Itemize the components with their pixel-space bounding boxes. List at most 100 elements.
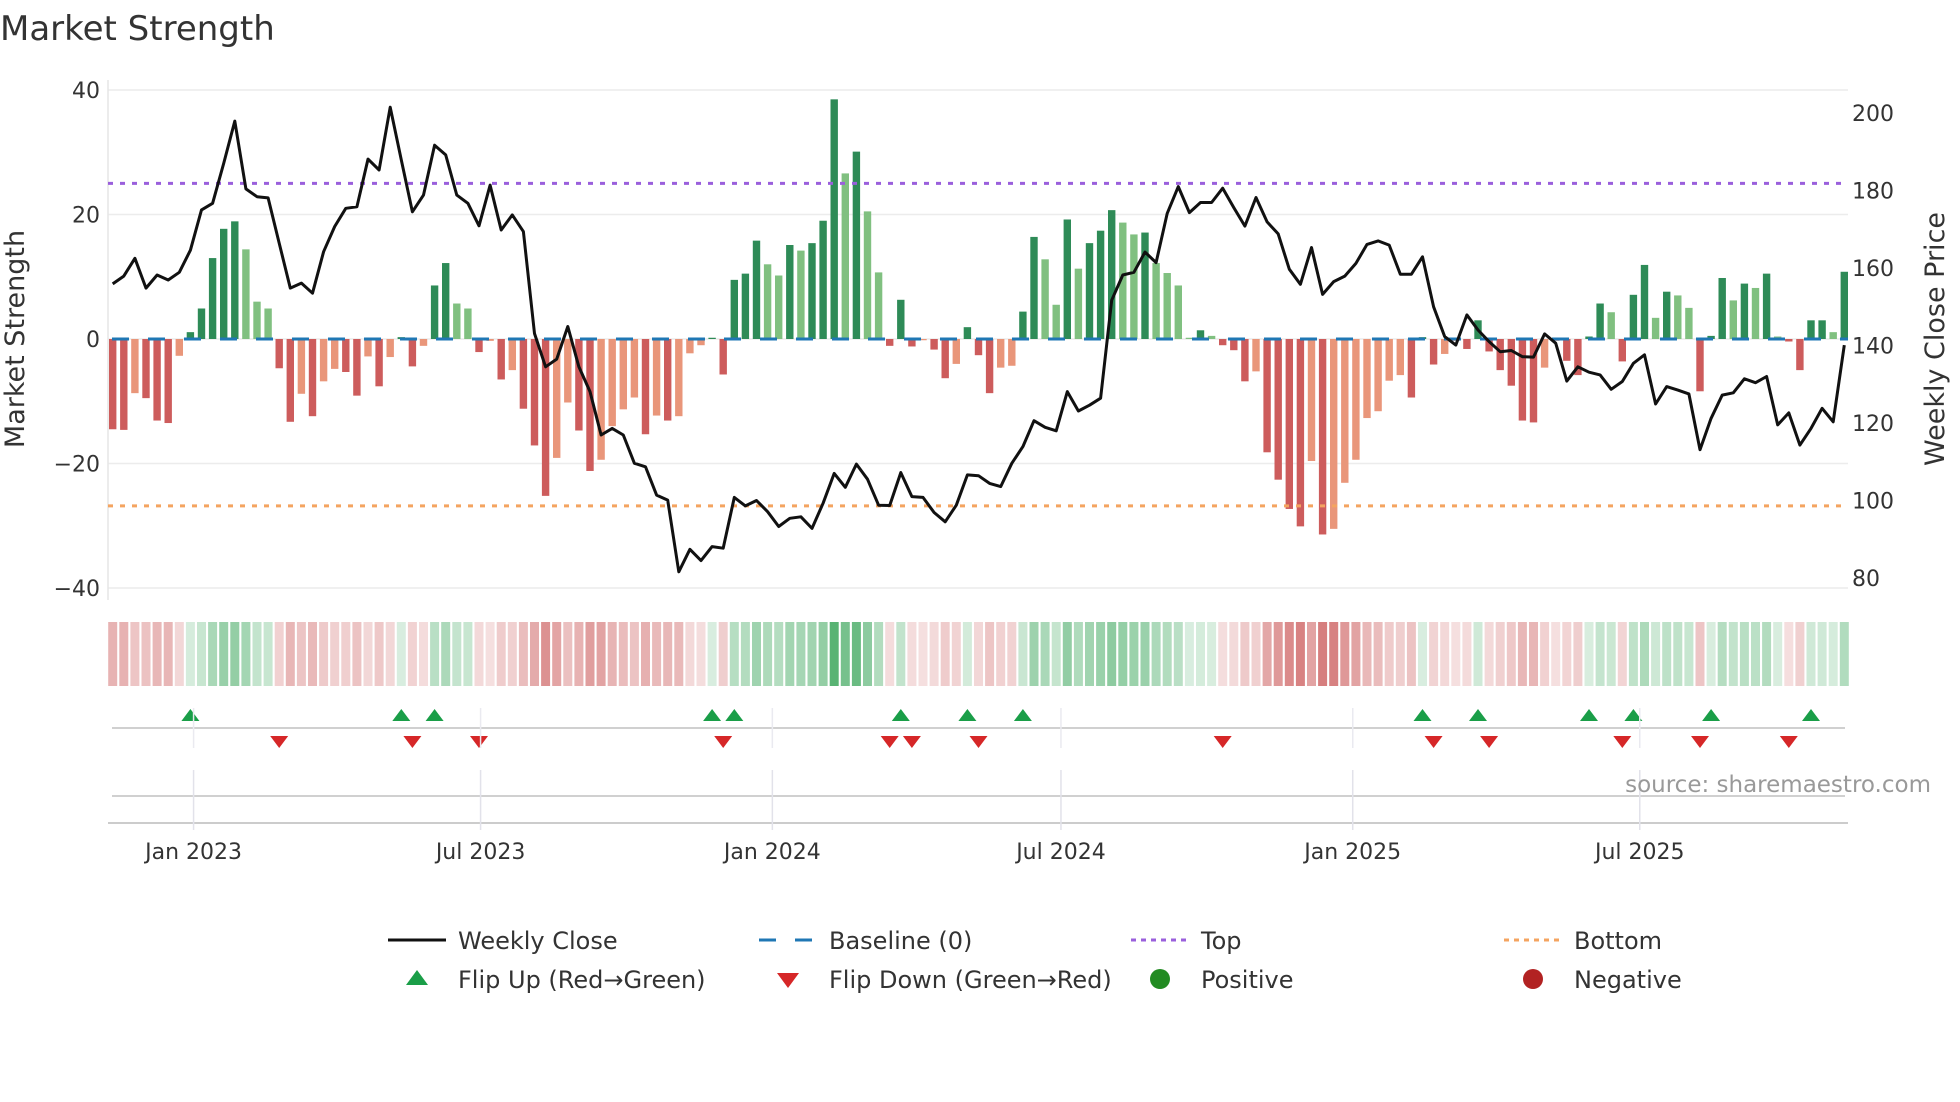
strength-bar bbox=[564, 339, 572, 403]
strength-bar bbox=[852, 151, 861, 339]
flip-down-marker bbox=[969, 736, 988, 748]
heat-cell bbox=[807, 622, 817, 686]
heat-cell bbox=[1673, 622, 1683, 686]
heat-cell bbox=[174, 622, 184, 686]
heat-cell bbox=[774, 622, 784, 686]
strength-bar bbox=[231, 221, 239, 339]
left-y-ticks: 40 20 0 −20 −40 bbox=[54, 79, 100, 602]
heat-cell bbox=[1284, 622, 1294, 686]
left-tick-label: 0 bbox=[86, 328, 100, 353]
heat-cell bbox=[629, 622, 639, 686]
strength-bar bbox=[952, 339, 960, 364]
heat-cell bbox=[974, 622, 983, 686]
heat-cell bbox=[1351, 622, 1361, 686]
strength-bar bbox=[719, 339, 727, 375]
legend-item: Weekly Close bbox=[388, 927, 618, 955]
heat-cell bbox=[441, 622, 451, 686]
heat-cell bbox=[163, 622, 173, 686]
strength-bar bbox=[197, 308, 206, 339]
heat-cell bbox=[1073, 622, 1083, 686]
heat-cell bbox=[263, 622, 273, 686]
legend-item: Top bbox=[1131, 927, 1242, 955]
strength-bar bbox=[1629, 294, 1638, 339]
strength-bar bbox=[1463, 339, 1471, 349]
legend-item: Flip Down (Green→Red) bbox=[777, 966, 1112, 994]
strength-bar bbox=[752, 240, 761, 339]
strength-bar bbox=[1141, 232, 1149, 339]
heat-cell bbox=[1462, 622, 1472, 686]
strength-bar bbox=[308, 339, 317, 417]
heat-cell bbox=[1451, 622, 1461, 686]
legend-triangle-down-icon bbox=[777, 973, 799, 988]
legend-label: Flip Down (Green→Red) bbox=[829, 966, 1112, 994]
heat-cell bbox=[1051, 622, 1061, 686]
heat-cell bbox=[407, 622, 417, 686]
heat-cell bbox=[230, 622, 240, 686]
strength-bar bbox=[1041, 259, 1049, 339]
strength-bar bbox=[220, 228, 228, 339]
right-tick-label: 160 bbox=[1852, 257, 1894, 282]
strength-bar bbox=[1174, 285, 1182, 339]
strength-bar bbox=[1330, 339, 1338, 529]
heat-cell bbox=[1318, 622, 1328, 686]
strength-bar bbox=[375, 339, 383, 387]
strength-bar bbox=[763, 264, 772, 339]
heat-cell bbox=[785, 622, 795, 686]
heat-cell bbox=[1329, 622, 1339, 686]
flip-up-marker bbox=[1802, 709, 1820, 721]
strength-bar bbox=[874, 272, 883, 339]
legend-circle-icon bbox=[1523, 969, 1543, 989]
strength-bar bbox=[508, 339, 516, 371]
heat-cell bbox=[851, 622, 861, 686]
legend-label: Baseline (0) bbox=[829, 927, 972, 955]
legend: Weekly Close Baseline (0) Top Bottom Flip Up… bbox=[388, 927, 1682, 994]
right-tick-label: 80 bbox=[1852, 567, 1880, 592]
heat-cell bbox=[696, 622, 706, 686]
flip-up-marker bbox=[703, 709, 722, 721]
heat-cell bbox=[1617, 622, 1627, 686]
right-tick-label: 180 bbox=[1852, 180, 1894, 205]
legend-item: Positive bbox=[1150, 966, 1294, 994]
heat-cell bbox=[1773, 622, 1783, 686]
strength-bar bbox=[1152, 263, 1160, 339]
heat-cell bbox=[485, 622, 495, 686]
heat-cell bbox=[396, 622, 406, 686]
heat-cell bbox=[1096, 622, 1106, 686]
legend-label: Positive bbox=[1201, 966, 1294, 994]
heat-cell bbox=[1662, 622, 1672, 686]
strength-bar bbox=[364, 339, 372, 357]
strength-bar bbox=[353, 339, 361, 396]
strength-bar bbox=[1796, 339, 1804, 371]
strength-bar bbox=[275, 339, 283, 369]
strength-bar bbox=[686, 339, 694, 354]
heat-cell bbox=[197, 622, 206, 686]
heat-cell bbox=[618, 622, 628, 686]
strength-bar bbox=[1185, 337, 1194, 339]
right-axis-title: Weekly Close Price bbox=[1920, 212, 1951, 466]
heat-cell bbox=[319, 622, 329, 686]
heat-cell bbox=[119, 622, 129, 686]
strength-bar bbox=[1674, 295, 1682, 339]
strength-bar bbox=[386, 339, 394, 358]
strength-bar bbox=[974, 339, 983, 356]
heat-cell bbox=[1029, 622, 1039, 686]
heat-cell bbox=[463, 622, 473, 686]
flip-down-marker bbox=[1424, 736, 1443, 748]
strength-bar bbox=[1063, 219, 1071, 339]
heat-cell bbox=[1473, 622, 1483, 686]
legend-label: Weekly Close bbox=[458, 927, 618, 955]
flip-down-marker bbox=[1480, 736, 1499, 748]
strength-bar bbox=[242, 249, 250, 339]
legend-label: Bottom bbox=[1574, 927, 1662, 955]
heat-cell bbox=[1429, 622, 1439, 686]
heat-cell bbox=[607, 622, 617, 686]
flip-up-marker bbox=[1413, 709, 1432, 721]
strength-bar bbox=[1407, 339, 1416, 398]
heat-cell bbox=[1062, 622, 1072, 686]
heat-cell bbox=[430, 622, 440, 686]
heat-cell bbox=[652, 622, 662, 686]
strength-bar bbox=[419, 339, 428, 346]
heat-cell bbox=[1506, 622, 1516, 686]
strength-bar bbox=[264, 308, 272, 339]
heat-cell bbox=[1728, 622, 1738, 686]
